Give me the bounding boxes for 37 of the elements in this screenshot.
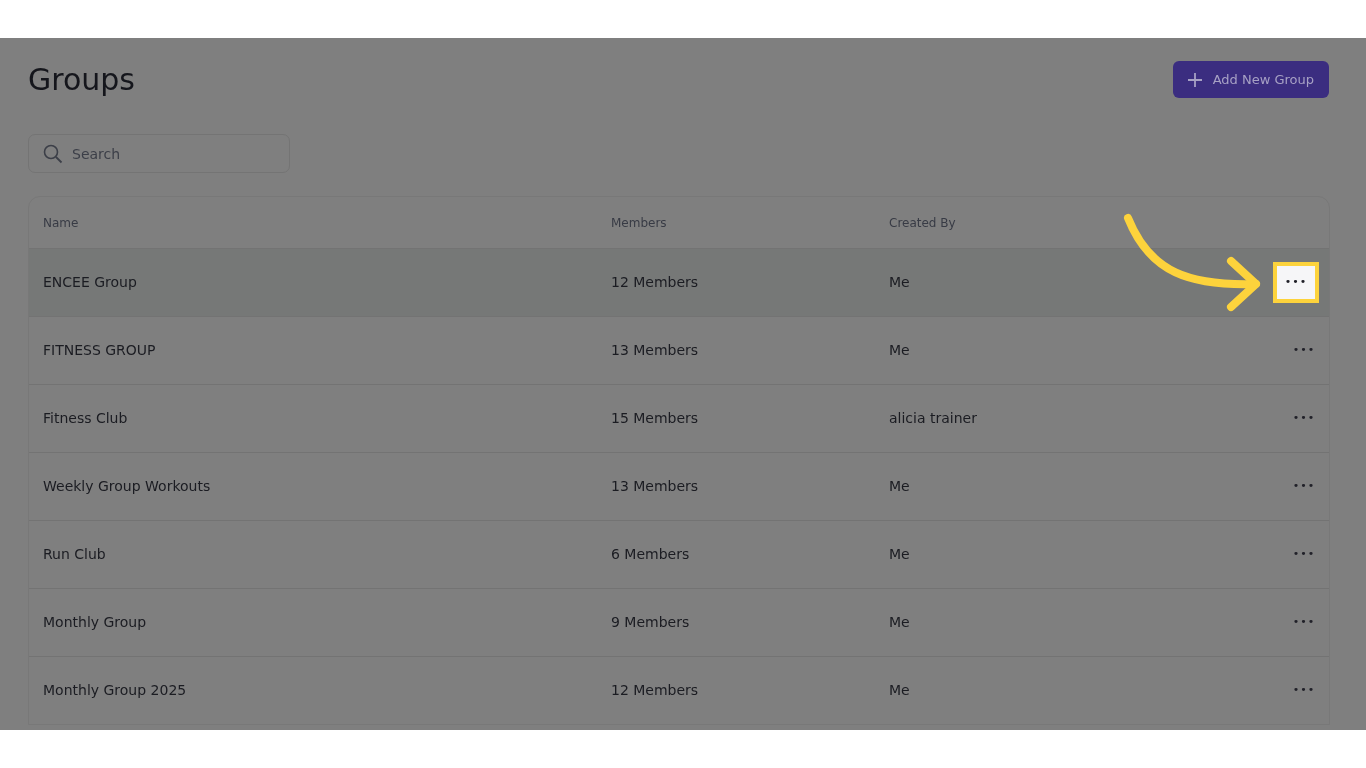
- creator-name: Me: [889, 478, 910, 494]
- add-new-group-button[interactable]: Add New Group: [1172, 61, 1329, 98]
- member-count: 13 Members: [611, 342, 699, 358]
- column-header: Created By: [889, 215, 956, 230]
- search-icon: [43, 144, 63, 164]
- table-row[interactable]: ENCEE Group 12 Members Me •••: [29, 248, 1329, 316]
- creator-name: Me: [889, 342, 910, 358]
- column-header: Name: [43, 215, 79, 230]
- group-name: Run Club: [43, 546, 106, 562]
- member-count: 6 Members: [611, 546, 690, 562]
- group-name: Monthly Group 2025: [43, 682, 187, 698]
- group-name: Fitness Club: [43, 410, 128, 426]
- plus-icon: [1186, 71, 1203, 88]
- group-name: ENCEE Group: [43, 274, 137, 290]
- member-count: 15 Members: [611, 410, 699, 426]
- creator-name: Me: [889, 274, 910, 290]
- group-name: Weekly Group Workouts: [43, 478, 211, 494]
- more-options-button[interactable]: •••: [1287, 404, 1321, 433]
- more-options-button[interactable]: •••: [1287, 336, 1321, 365]
- member-count: 13 Members: [611, 478, 699, 494]
- member-count: 9 Members: [611, 614, 690, 630]
- member-count: 12 Members: [611, 682, 699, 698]
- more-options-button[interactable]: •••: [1287, 540, 1321, 569]
- creator-name: Me: [889, 614, 910, 630]
- group-name: FITNESS GROUP: [43, 342, 156, 358]
- page-title: Groups: [28, 61, 135, 99]
- more-options-button[interactable]: •••: [1287, 608, 1321, 637]
- creator-name: Me: [889, 546, 910, 562]
- search-field[interactable]: Search: [28, 134, 290, 173]
- more-options-button[interactable]: •••: [1273, 262, 1319, 303]
- more-options-button[interactable]: •••: [1287, 472, 1321, 501]
- more-options-button[interactable]: •••: [1287, 676, 1321, 705]
- creator-name: Me: [889, 682, 910, 698]
- group-name: Monthly Group: [43, 614, 147, 630]
- creator-name: alicia trainer: [889, 410, 977, 426]
- column-header: Members: [611, 215, 667, 230]
- member-count: 12 Members: [611, 274, 699, 290]
